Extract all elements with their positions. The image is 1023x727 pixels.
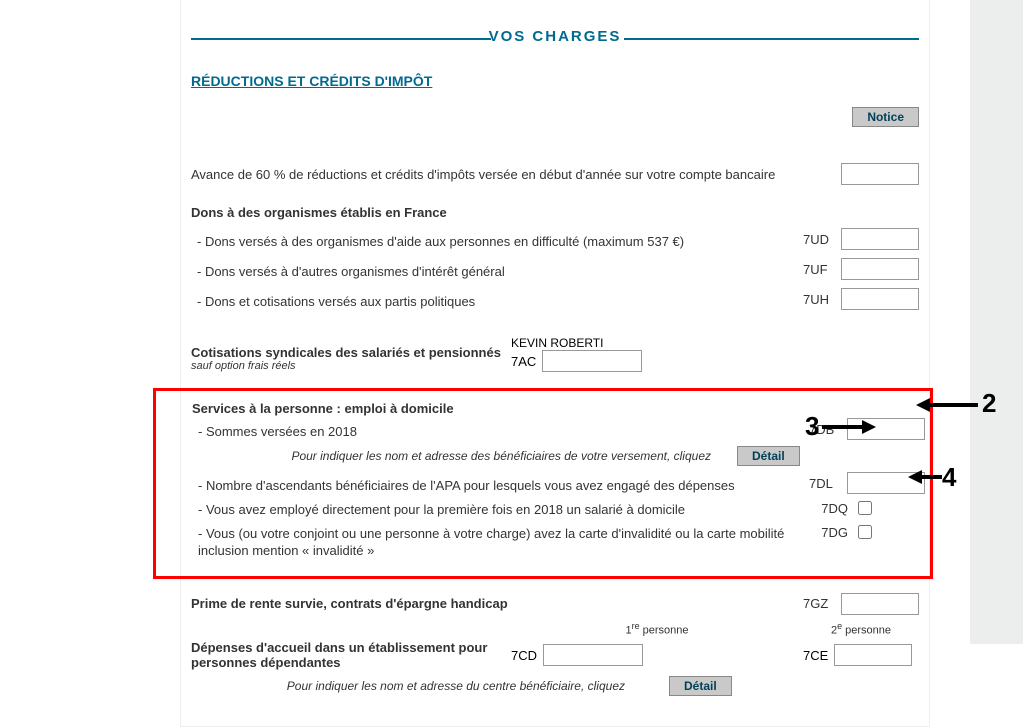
page-margin (970, 0, 1023, 644)
field-code: 7UD (803, 232, 841, 247)
cotisations-heading: Cotisations syndicales des salariés et p… (191, 345, 511, 360)
avance-input[interactable] (841, 163, 919, 185)
input-7gz[interactable] (841, 593, 919, 615)
annotation-4: 4 (942, 462, 956, 493)
section-header: VOS CHARGES (191, 28, 919, 45)
dons-heading: Dons à des organismes établis en France (191, 205, 919, 220)
field-code: 7DB (809, 422, 847, 437)
services-salarie-label: - Vous avez employé directement pour la … (198, 502, 809, 517)
depenses-help-text: Pour indiquer les nom et adresse du cent… (191, 679, 639, 693)
detail-button-services[interactable]: Détail (737, 446, 800, 466)
field-code: 7DQ (821, 501, 848, 516)
detail-button-depenses[interactable]: Détail (669, 676, 732, 696)
col2-header: 2e personne (803, 621, 919, 637)
highlighted-section: Services à la personne : emploi à domici… (153, 388, 933, 579)
depenses-heading: Dépenses d'accueil dans un établissement… (191, 640, 511, 670)
input-7cd[interactable] (543, 644, 643, 666)
services-ascendants-label: - Nombre d'ascendants bénéficiaires de l… (198, 478, 809, 493)
avance-label: Avance de 60 % de réductions et crédits … (191, 167, 803, 182)
checkbox-7dg[interactable] (858, 525, 872, 539)
field-code: 7CE (803, 648, 828, 663)
prime-heading: Prime de rente survie, contrats d'épargn… (191, 596, 803, 611)
field-code: 7DL (809, 476, 847, 491)
input-7ac[interactable] (542, 350, 642, 372)
input-7dl[interactable] (847, 472, 925, 494)
person-name: KEVIN ROBERTI (511, 336, 642, 350)
col1-header: 1re personne (511, 621, 803, 637)
field-code: 7CD (511, 648, 537, 663)
field-code: 7GZ (803, 596, 841, 611)
page-title: VOS CHARGES (191, 28, 919, 45)
field-code: 7UH (803, 292, 841, 307)
input-7db[interactable] (847, 418, 925, 440)
cotisations-subnote: sauf option frais réels (191, 360, 511, 372)
input-7uf[interactable] (841, 258, 919, 280)
services-heading: Services à la personne : emploi à domici… (192, 401, 925, 416)
subsection-title: RÉDUCTIONS ET CRÉDITS D'IMPÔT (191, 73, 919, 89)
services-sommes-label: - Sommes versées en 2018 (198, 424, 809, 439)
input-7uh[interactable] (841, 288, 919, 310)
dons-line-3: - Dons et cotisations versés aux partis … (197, 294, 803, 309)
tax-form-page: VOS CHARGES RÉDUCTIONS ET CRÉDITS D'IMPÔ… (180, 0, 930, 727)
field-code: 7UF (803, 262, 841, 277)
dons-line-1: - Dons versés à des organismes d'aide au… (197, 234, 803, 249)
checkbox-7dq[interactable] (858, 501, 872, 515)
field-code: 7AC (511, 354, 536, 369)
services-help-text: Pour indiquer les nom et adresse des bén… (192, 449, 725, 463)
field-code: 7DG (821, 525, 848, 540)
notice-button[interactable]: Notice (852, 107, 919, 127)
dons-line-2: - Dons versés à d'autres organismes d'in… (197, 264, 803, 279)
input-7ce[interactable] (834, 644, 912, 666)
services-invalidite-label: - Vous (ou votre conjoint ou une personn… (198, 526, 809, 560)
input-7ud[interactable] (841, 228, 919, 250)
